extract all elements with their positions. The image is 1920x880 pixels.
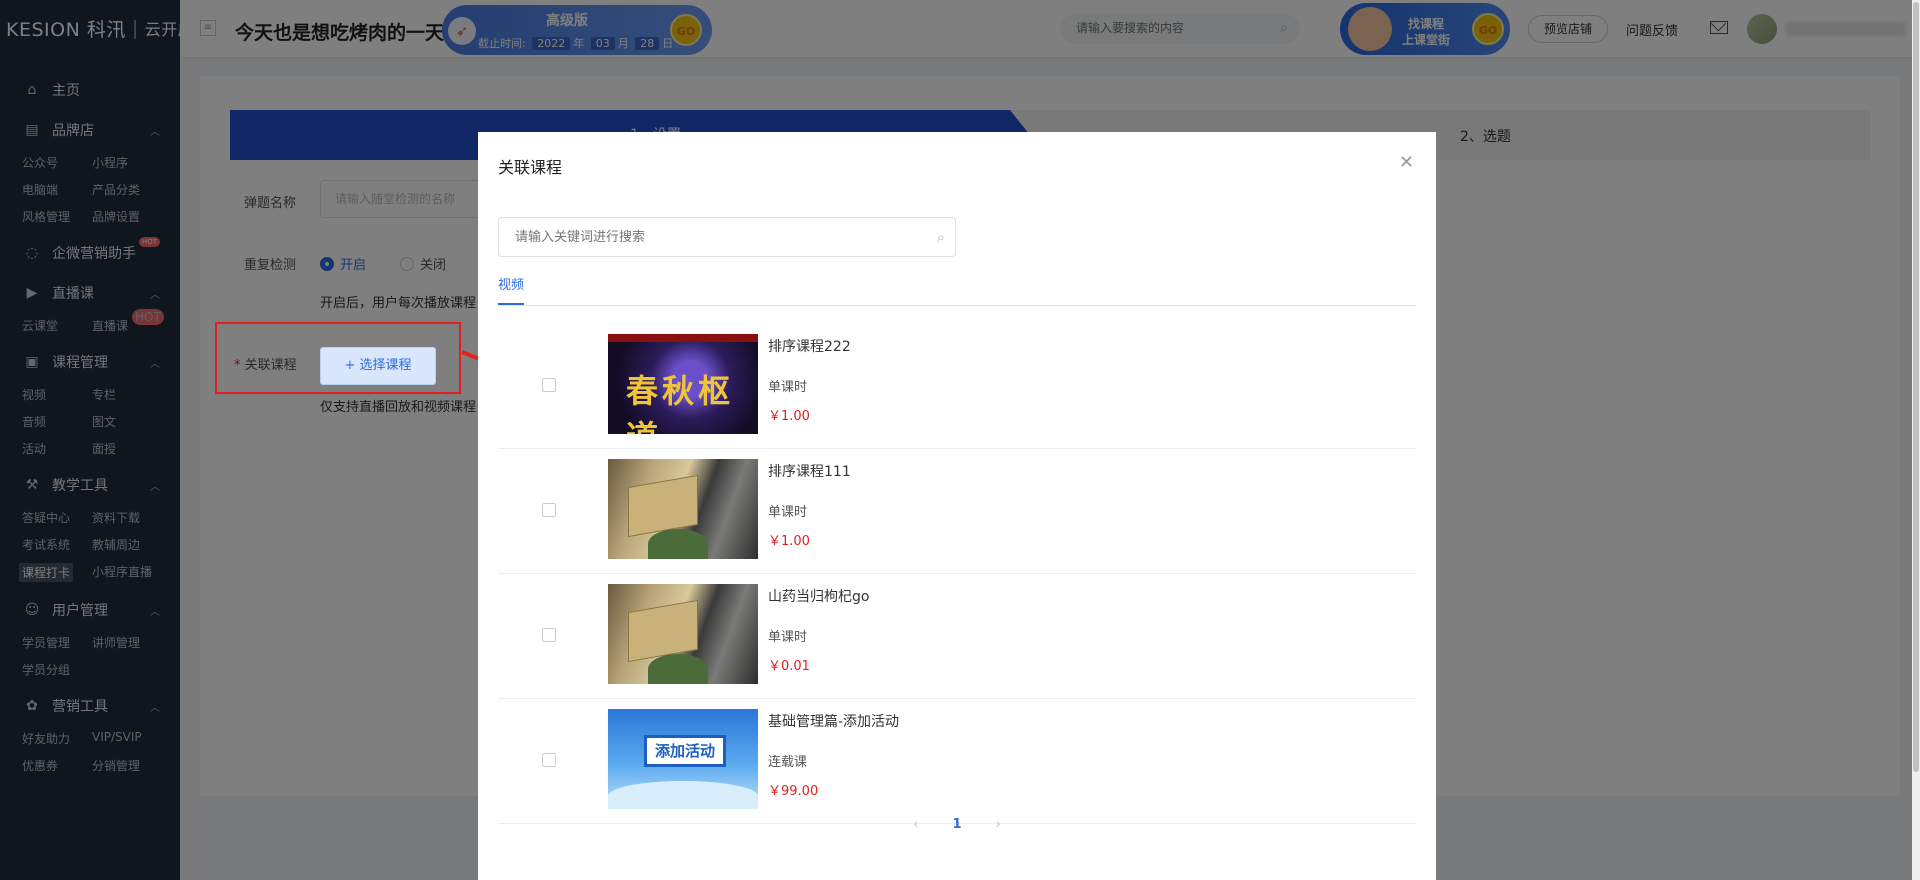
prev-page-icon[interactable]: ‹ bbox=[913, 817, 918, 832]
course-type: 单课时 bbox=[768, 630, 808, 645]
thumb-bush bbox=[648, 529, 708, 559]
thumb-banner bbox=[608, 334, 758, 342]
course-row[interactable]: 排序课程111 单课时 ￥1.00 bbox=[498, 449, 1416, 574]
modal-search[interactable]: ⌕ bbox=[498, 217, 956, 257]
modal-title: 关联课程 bbox=[498, 158, 563, 177]
course-type: 单课时 bbox=[768, 380, 808, 395]
modal-search-input[interactable] bbox=[513, 229, 913, 246]
close-icon[interactable]: ✕ bbox=[1399, 152, 1414, 173]
course-name: 排序课程111 bbox=[768, 464, 851, 480]
course-thumbnail: 添加活动 bbox=[608, 709, 758, 809]
thumb-cloud bbox=[608, 781, 758, 809]
course-thumbnail bbox=[608, 459, 758, 559]
course-checkbox[interactable] bbox=[542, 628, 556, 642]
thumb-plaque bbox=[628, 474, 698, 538]
course-price: ￥99.00 bbox=[768, 784, 819, 799]
course-name: 排序课程222 bbox=[768, 339, 851, 355]
next-page-icon[interactable]: › bbox=[996, 817, 1001, 832]
thumb-title-art: 春秋枢道 bbox=[626, 372, 735, 434]
course-type: 连载课 bbox=[768, 755, 808, 770]
course-type: 单课时 bbox=[768, 505, 808, 520]
search-icon[interactable]: ⌕ bbox=[937, 228, 945, 246]
course-row[interactable]: 添加活动 基础管理篇-添加活动 连载课 ￥99.00 bbox=[498, 699, 1416, 824]
course-thumbnail: 春秋枢道 bbox=[608, 334, 758, 434]
course-price: ￥0.01 bbox=[768, 659, 810, 674]
tab-video[interactable]: 视频 bbox=[498, 274, 525, 305]
link-course-modal: 关联课程 ✕ ⌕ 视频 春秋枢道 排序课程222 单课时 ￥1.00 排序课程1… bbox=[478, 132, 1436, 880]
course-price: ￥1.00 bbox=[768, 409, 810, 424]
thumb-title-art: 添加活动 bbox=[644, 735, 726, 767]
course-row[interactable]: 春秋枢道 排序课程222 单课时 ￥1.00 bbox=[498, 324, 1416, 449]
course-checkbox[interactable] bbox=[542, 378, 556, 392]
thumb-plaque bbox=[628, 599, 698, 663]
select-course-button[interactable]: + 选择课程 bbox=[320, 347, 436, 385]
course-name: 基础管理篇-添加活动 bbox=[768, 714, 900, 730]
course-row[interactable]: 山药当归枸杞go 单课时 ￥0.01 bbox=[498, 574, 1416, 699]
page-number-current[interactable]: 1 bbox=[952, 817, 961, 832]
course-checkbox[interactable] bbox=[542, 753, 556, 767]
thumb-bush bbox=[648, 654, 708, 684]
course-name: 山药当归枸杞go bbox=[768, 589, 870, 605]
scrollbar-thumb[interactable] bbox=[1913, 2, 1919, 772]
course-thumbnail bbox=[608, 584, 758, 684]
page-scrollbar[interactable] bbox=[1912, 0, 1920, 880]
course-checkbox[interactable] bbox=[542, 503, 556, 517]
modal-tabs: 视频 bbox=[498, 270, 1416, 306]
course-list: 春秋枢道 排序课程222 单课时 ￥1.00 排序课程111 单课时 ￥1.00… bbox=[498, 324, 1416, 824]
course-price: ￥1.00 bbox=[768, 534, 810, 549]
pagination: ‹ 1 › bbox=[478, 817, 1436, 832]
